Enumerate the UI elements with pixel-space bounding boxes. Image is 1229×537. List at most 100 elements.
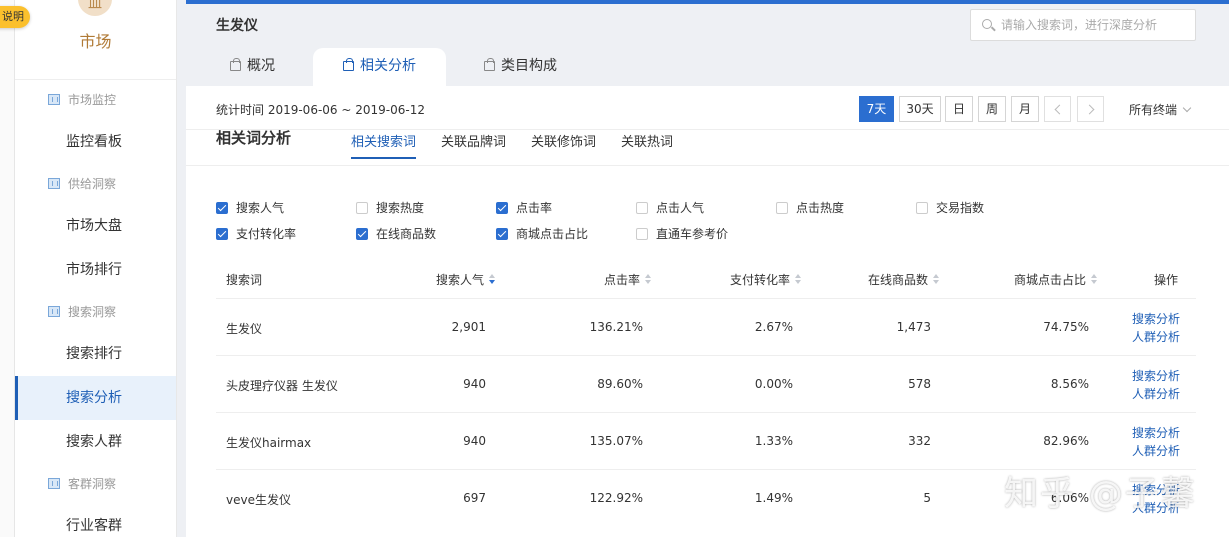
cell-cvr: 1.33% xyxy=(754,434,793,448)
sidebar-group-market-monitor: 市场监控 xyxy=(15,80,176,120)
sidebar-item-industry-customers[interactable]: 行业客群 xyxy=(15,504,176,537)
subtab-modifier-terms[interactable]: 关联修饰词 xyxy=(531,131,596,150)
cell-online-items: 5 xyxy=(923,491,931,505)
metric-search-popularity[interactable]: 搜索人气 xyxy=(216,200,284,216)
table-row: 生发仪 2,901 136.21% 2.67% 1,473 74.75% 搜索分… xyxy=(216,299,1196,356)
range-30d-button[interactable]: 30天 xyxy=(899,96,941,122)
chevron-down-icon xyxy=(1182,103,1192,113)
sidebar-item-market-ranking[interactable]: 市场排行 xyxy=(15,248,176,292)
stat-row: 统计时间 2019-06-06 ~ 2019-06-12 7天 30天 日 周 … xyxy=(186,86,1229,130)
search-analysis-link[interactable]: 搜索分析 xyxy=(1132,367,1180,384)
col-ctr[interactable]: 点击率 xyxy=(604,271,652,288)
cell-ctr: 122.92% xyxy=(589,491,643,505)
sidebar-logo: 皿 市场 xyxy=(15,0,176,80)
cell-online-items: 332 xyxy=(908,434,931,448)
bag-icon xyxy=(484,58,495,71)
col-mall-click-ratio[interactable]: 商城点击占比 xyxy=(1014,271,1098,288)
stat-time-range: 统计时间 2019-06-06 ~ 2019-06-12 xyxy=(216,103,425,117)
sidebar-item-monitor-board[interactable]: 监控看板 xyxy=(15,120,176,164)
next-period-button[interactable] xyxy=(1077,96,1104,122)
search-analysis-link[interactable]: 搜索分析 xyxy=(1132,310,1180,327)
tab-related-analysis[interactable]: 相关分析 xyxy=(313,48,446,86)
crowd-analysis-link[interactable]: 人群分析 xyxy=(1132,442,1180,459)
crowd-analysis-link[interactable]: 人群分析 xyxy=(1132,328,1180,345)
range-week-button[interactable]: 周 xyxy=(978,96,1006,122)
metric-trade-index[interactable]: 交易指数 xyxy=(916,200,984,216)
cell-popularity: 940 xyxy=(463,377,486,391)
tab-overview[interactable]: 概况 xyxy=(230,48,310,86)
checkbox-unchecked[interactable] xyxy=(776,202,788,214)
col-payment-cvr[interactable]: 支付转化率 xyxy=(730,271,802,288)
checkbox-checked[interactable] xyxy=(496,202,508,214)
checkbox-checked[interactable] xyxy=(216,202,228,214)
sidebar-group-customer-insight: 客群洞察 xyxy=(15,464,176,504)
sidebar-item-market-overview[interactable]: 市场大盘 xyxy=(15,204,176,248)
sort-icon[interactable] xyxy=(933,274,940,285)
search-input[interactable] xyxy=(1001,16,1186,34)
checkbox-unchecked[interactable] xyxy=(636,228,648,240)
metric-ztc-price[interactable]: 直通车参考价 xyxy=(636,226,728,242)
section-title: 相关词分析 xyxy=(216,130,292,147)
building-icon xyxy=(48,94,60,105)
cell-ctr: 136.21% xyxy=(589,320,643,334)
col-search-popularity[interactable]: 搜索人气 xyxy=(436,271,496,288)
search-icon[interactable] xyxy=(982,19,992,29)
crowd-analysis-link[interactable]: 人群分析 xyxy=(1132,385,1180,402)
search-analysis-link[interactable]: 搜索分析 xyxy=(1132,424,1180,441)
metric-ctr[interactable]: 点击率 xyxy=(496,200,552,216)
cell-online-items: 578 xyxy=(908,377,931,391)
cell-term: 生发仪hairmax xyxy=(226,436,312,450)
cell-cvr: 2.67% xyxy=(754,320,793,334)
bag-icon xyxy=(230,58,241,71)
cell-online-items: 1,473 xyxy=(896,320,931,334)
range-day-button[interactable]: 日 xyxy=(945,96,973,122)
sidebar-item-search-ranking[interactable]: 搜索排行 xyxy=(15,332,176,376)
sidebar: 皿 市场 市场监控 监控看板 供给洞察 市场大盘 市场排行 搜索洞察 搜索排行 … xyxy=(15,0,177,537)
prev-period-button[interactable] xyxy=(1044,96,1071,122)
sidebar-logo-label: 市场 xyxy=(79,32,112,51)
metric-search-heat[interactable]: 搜索热度 xyxy=(356,200,424,216)
checkbox-checked[interactable] xyxy=(216,228,228,240)
subtab-brand-terms[interactable]: 关联品牌词 xyxy=(441,131,506,150)
terminal-select[interactable]: 所有终端 xyxy=(1129,101,1192,118)
sort-icon[interactable] xyxy=(489,274,496,285)
metric-payment-cvr[interactable]: 支付转化率 xyxy=(216,226,296,242)
sidebar-item-search-crowd[interactable]: 搜索人群 xyxy=(15,420,176,464)
col-search-term: 搜索词 xyxy=(226,273,263,287)
range-month-button[interactable]: 月 xyxy=(1011,96,1039,122)
page-title: 生发仪 xyxy=(216,18,258,34)
cell-term: 生发仪 xyxy=(226,322,263,336)
metric-click-heat[interactable]: 点击热度 xyxy=(776,200,844,216)
metric-online-items[interactable]: 在线商品数 xyxy=(356,226,436,242)
checkbox-unchecked[interactable] xyxy=(356,202,368,214)
cell-popularity: 697 xyxy=(463,491,486,505)
explain-badge[interactable]: 说明 xyxy=(0,6,30,28)
sort-icon[interactable] xyxy=(645,274,652,285)
cell-cvr: 1.49% xyxy=(754,491,793,505)
checkbox-unchecked[interactable] xyxy=(636,202,648,214)
col-actions: 操作 xyxy=(1154,273,1179,287)
sort-icon[interactable] xyxy=(1091,274,1098,285)
sort-icon[interactable] xyxy=(795,274,802,285)
checkbox-unchecked[interactable] xyxy=(916,202,928,214)
subtab-related-search-terms[interactable]: 相关搜索词 xyxy=(351,131,417,159)
bag-icon xyxy=(343,58,354,71)
sidebar-group-search-insight: 搜索洞察 xyxy=(15,292,176,332)
cell-term: veve生发仪 xyxy=(226,493,291,507)
range-7d-button[interactable]: 7天 xyxy=(859,96,894,122)
building-icon xyxy=(48,478,60,489)
cell-mall-ratio: 8.56% xyxy=(1050,377,1089,391)
sidebar-item-search-analysis[interactable]: 搜索分析 xyxy=(15,376,176,420)
search-box[interactable] xyxy=(970,9,1196,41)
cell-term: 头皮理疗仪器 生发仪 xyxy=(226,379,338,393)
checkbox-checked[interactable] xyxy=(496,228,508,240)
metric-click-popularity[interactable]: 点击人气 xyxy=(636,200,704,216)
metric-mall-click-ratio[interactable]: 商城点击占比 xyxy=(496,226,588,242)
checkbox-checked[interactable] xyxy=(356,228,368,240)
main-area: 生发仪 概况 相关分析 类目构成 统计时间 2019-06-06 ~ 2019-… xyxy=(186,0,1229,537)
left-strip xyxy=(0,0,15,537)
sidebar-group-supply-insight: 供给洞察 xyxy=(15,164,176,204)
col-online-items[interactable]: 在线商品数 xyxy=(868,271,940,288)
tab-category-composition[interactable]: 类目构成 xyxy=(484,48,584,86)
subtab-hot-terms[interactable]: 关联热词 xyxy=(621,131,673,150)
